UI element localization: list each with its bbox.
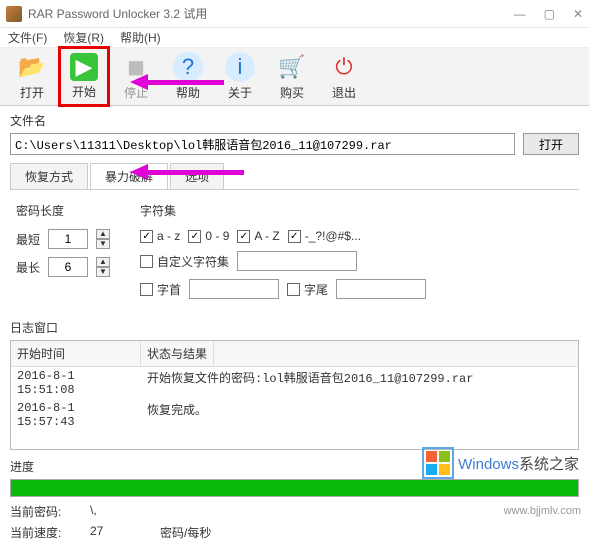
min-input[interactable]: [48, 229, 88, 249]
log-time: 2016-8-1 15:57:43: [11, 399, 141, 431]
window-controls: — ▢ ✕: [514, 7, 583, 21]
stop-icon: ◼: [121, 52, 151, 82]
charset-row-1: ✓a - z ✓0 - 9 ✓A - Z ✓-_?!@#$...: [140, 229, 426, 243]
maximize-button[interactable]: ▢: [544, 7, 555, 21]
charset-column: 字符集 ✓a - z ✓0 - 9 ✓A - Z ✓-_?!@#$... 自定义…: [140, 202, 426, 299]
exit-label: 退出: [332, 84, 356, 101]
max-row: 最长 ▲▼: [16, 257, 110, 277]
help-button[interactable]: ? 帮助: [162, 48, 214, 105]
watermark-url: www.bjjmlv.com: [504, 505, 581, 517]
spin-down-icon[interactable]: ▼: [96, 267, 110, 277]
menu-file[interactable]: 文件(F): [8, 29, 47, 46]
suffix-input[interactable]: [336, 279, 426, 299]
window-title: RAR Password Unlocker 3.2 试用: [28, 5, 514, 22]
start-button[interactable]: ▶ 开始: [58, 46, 110, 107]
log-section-label: 日志窗口: [10, 319, 579, 336]
open-label: 打开: [20, 84, 44, 101]
windows-logo-icon: [422, 447, 454, 479]
chk-custom[interactable]: 自定义字符集: [140, 253, 229, 270]
cur-pw-value: \,: [90, 503, 140, 520]
charset-heading: 字符集: [140, 202, 426, 219]
progress-fill: [11, 480, 578, 496]
log-box: 开始时间 状态与结果 2016-8-1 15:51:08 开始恢复文件的密码:l…: [10, 340, 579, 450]
prefix-input[interactable]: [189, 279, 279, 299]
cur-speed-value: 27: [90, 524, 140, 541]
cart-icon: 🛒: [277, 52, 307, 82]
stop-label: 停止: [124, 84, 148, 101]
tab-recover-method[interactable]: 恢复方式: [10, 163, 88, 189]
about-button[interactable]: i 关于: [214, 48, 266, 105]
tab-options[interactable]: 选项: [170, 163, 224, 189]
max-label: 最长: [16, 259, 40, 276]
exit-button[interactable]: ⏻ 退出: [318, 48, 370, 105]
menu-restore[interactable]: 恢复(R): [63, 29, 104, 46]
length-column: 密码长度 最短 ▲▼ 最长 ▲▼: [16, 202, 110, 299]
file-open-button[interactable]: 打开: [523, 133, 579, 155]
play-icon: ▶: [70, 53, 98, 81]
help-icon: ?: [173, 52, 203, 82]
help-label: 帮助: [176, 84, 200, 101]
custom-charset-row: 自定义字符集: [140, 251, 426, 271]
app-icon: [6, 6, 22, 22]
chk-sym[interactable]: ✓-_?!@#$...: [288, 229, 361, 243]
min-spinner[interactable]: ▲▼: [96, 229, 110, 249]
max-input[interactable]: [48, 257, 88, 277]
buy-label: 购买: [280, 84, 304, 101]
about-label: 关于: [228, 84, 252, 101]
speed-unit: 密码/每秒: [160, 524, 211, 541]
log-msg: 恢复完成。: [141, 399, 578, 431]
chk-AZ[interactable]: ✓A - Z: [237, 229, 279, 243]
toolbar: 📂 打开 ▶ 开始 ◼ 停止 ? 帮助 i 关于 🛒 购买 ⏻ 退出: [0, 48, 589, 106]
max-spinner[interactable]: ▲▼: [96, 257, 110, 277]
min-row: 最短 ▲▼: [16, 229, 110, 249]
watermark-logo: Windows系统之家: [422, 447, 579, 479]
minimize-button[interactable]: —: [514, 7, 526, 21]
log-head-time: 开始时间: [11, 341, 141, 366]
log-row: 2016-8-1 15:51:08 开始恢复文件的密码:lol韩服语音包2016…: [11, 367, 578, 399]
log-time: 2016-8-1 15:51:08: [11, 367, 141, 399]
stop-button[interactable]: ◼ 停止: [110, 48, 162, 105]
spin-up-icon[interactable]: ▲: [96, 229, 110, 239]
file-row: 打开: [10, 133, 579, 155]
info-icon: i: [225, 52, 255, 82]
file-label: 文件名: [10, 112, 579, 129]
menu-help[interactable]: 帮助(H): [120, 29, 161, 46]
spin-up-icon[interactable]: ▲: [96, 257, 110, 267]
custom-charset-input[interactable]: [237, 251, 357, 271]
length-heading: 密码长度: [16, 202, 110, 219]
progress-bar: [10, 479, 579, 497]
min-label: 最短: [16, 231, 40, 248]
tabs: 恢复方式 暴力破解 选项: [10, 163, 579, 190]
log-row: 2016-8-1 15:57:43 恢复完成。: [11, 399, 578, 431]
title-bar: RAR Password Unlocker 3.2 试用 — ▢ ✕: [0, 0, 589, 28]
chk-az[interactable]: ✓a - z: [140, 229, 180, 243]
menu-bar: 文件(F) 恢复(R) 帮助(H): [0, 28, 589, 48]
settings-panel: 密码长度 最短 ▲▼ 最长 ▲▼ 字符集 ✓a - z ✓0 - 9 ✓A - …: [10, 198, 579, 303]
buy-button[interactable]: 🛒 购买: [266, 48, 318, 105]
log-header: 开始时间 状态与结果: [11, 341, 578, 367]
chk-suffix[interactable]: 字尾: [287, 281, 328, 298]
close-button[interactable]: ✕: [573, 7, 583, 21]
exit-icon: ⏻: [329, 52, 359, 82]
chk-prefix[interactable]: 字首: [140, 281, 181, 298]
tab-brute-force[interactable]: 暴力破解: [90, 163, 168, 189]
start-label: 开始: [72, 83, 96, 100]
log-msg: 开始恢复文件的密码:lol韩服语音包2016_11@107299.rar: [141, 367, 578, 399]
chk-09[interactable]: ✓0 - 9: [188, 229, 229, 243]
cur-pw-label: 当前密码:: [10, 503, 70, 520]
open-button[interactable]: 📂 打开: [6, 48, 58, 105]
spin-down-icon[interactable]: ▼: [96, 239, 110, 249]
folder-open-icon: 📂: [17, 52, 47, 82]
affix-row: 字首 字尾: [140, 279, 426, 299]
log-head-status: 状态与结果: [141, 341, 214, 366]
file-path-input[interactable]: [10, 133, 515, 155]
status-rows: 当前密码: \, 当前速度: 27 密码/每秒: [10, 501, 579, 543]
cur-speed-label: 当前速度:: [10, 524, 70, 541]
